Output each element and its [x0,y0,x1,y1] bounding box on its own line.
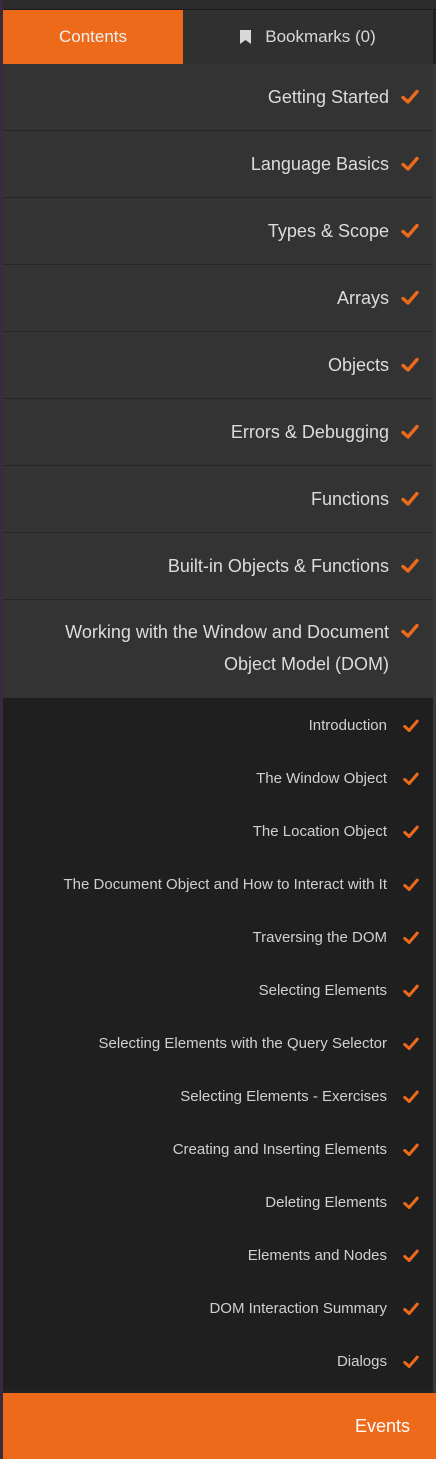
checkmark-icon [403,719,419,732]
checkmark-icon [403,1196,419,1209]
checkmark-icon [403,1037,419,1050]
checkmark-icon [403,931,419,944]
section-item[interactable]: Objects [3,332,433,399]
checkmark-icon [403,1302,419,1315]
lesson-label: DOM Interaction Summary [209,1300,387,1317]
lesson-item[interactable]: The Document Object and How to Interact … [3,858,433,911]
lesson-item[interactable]: Selecting Elements with the Query Select… [3,1017,433,1070]
bookmark-icon [240,30,252,44]
tab-bookmarks-label: Bookmarks (0) [265,27,376,46]
checkmark-icon [401,223,419,238]
section-list: Getting Started Language Basics Types & … [3,64,433,1388]
section-label: Events [354,1415,410,1436]
section-item[interactable]: Errors & Debugging [3,399,433,466]
lesson-list: Introduction The Window Object The Locat… [3,698,433,1388]
lesson-label: Elements and Nodes [247,1247,387,1264]
section-item[interactable]: Language Basics [3,131,433,198]
section-item-events[interactable]: Events [3,1393,436,1459]
checkmark-icon [401,290,419,305]
checkmark-icon [403,1090,419,1103]
lesson-item[interactable]: Deleting Elements [3,1176,433,1229]
lesson-label: Traversing the DOM [252,929,387,946]
top-strip [3,0,436,10]
tab-contents[interactable]: Contents [3,10,183,64]
section-label: Errors & Debugging [230,421,389,442]
checkmark-icon [403,1143,419,1156]
lesson-item[interactable]: DOM Interaction Summary [3,1282,433,1335]
section-label: Arrays [336,287,389,308]
section-label: Getting Started [267,86,389,107]
checkmark-icon [401,623,419,638]
section-item[interactable]: Getting Started [3,64,433,131]
checkmark-icon [401,89,419,104]
lesson-label: Selecting Elements - Exercises [180,1088,387,1105]
section-label: Language Basics [250,153,389,174]
tab-contents-label: Contents [58,27,128,46]
section-item[interactable]: Types & Scope [3,198,433,265]
lesson-item[interactable]: Selecting Elements [3,964,433,1017]
checkmark-icon [403,1355,419,1368]
section-label: Types & Scope [267,220,389,241]
lesson-item[interactable]: Creating and Inserting Elements [3,1123,433,1176]
lesson-label: The Document Object and How to Interact … [63,876,387,893]
checkmark-icon [403,878,419,891]
checkmark-icon [401,156,419,171]
checkmark-icon [401,424,419,439]
lesson-item[interactable]: Traversing the DOM [3,911,433,964]
tab-bookmarks[interactable]: Bookmarks (0) [183,10,433,64]
lesson-label: Dialogs [336,1353,387,1370]
section-label: Objects [327,354,389,375]
lesson-item[interactable]: The Location Object [3,805,433,858]
lesson-label: The Window Object [256,770,387,787]
checkmark-icon [401,558,419,573]
tab-bar: Contents Bookmarks (0) [3,10,433,64]
section-label: Working with the Window and Document Obj… [65,622,389,674]
lesson-item[interactable]: Elements and Nodes [3,1229,433,1282]
table-of-contents-panel: Contents Bookmarks (0) Getting Started L… [0,0,436,1459]
section-item[interactable]: Arrays [3,265,433,332]
section-label: Functions [310,488,389,509]
lesson-item[interactable]: Introduction [3,699,433,752]
lesson-label: The Location Object [252,823,387,840]
checkmark-icon [403,772,419,785]
lesson-item[interactable]: Dialogs [3,1335,433,1388]
checkmark-icon [403,825,419,838]
checkmark-icon [403,1249,419,1262]
lesson-label: Creating and Inserting Elements [172,1141,387,1158]
checkmark-icon [401,491,419,506]
lesson-label: Deleting Elements [265,1194,387,1211]
section-label: Built-in Objects & Functions [167,555,389,576]
checkmark-icon [403,984,419,997]
section-item-expanded[interactable]: Working with the Window and Document Obj… [3,600,433,698]
lesson-label: Selecting Elements with the Query Select… [98,1035,387,1052]
lesson-item[interactable]: Selecting Elements - Exercises [3,1070,433,1123]
lesson-item[interactable]: The Window Object [3,752,433,805]
lesson-label: Selecting Elements [258,982,387,999]
section-item[interactable]: Built-in Objects & Functions [3,533,433,600]
section-item[interactable]: Functions [3,466,433,533]
checkmark-icon [401,357,419,372]
lesson-label: Introduction [308,717,387,734]
